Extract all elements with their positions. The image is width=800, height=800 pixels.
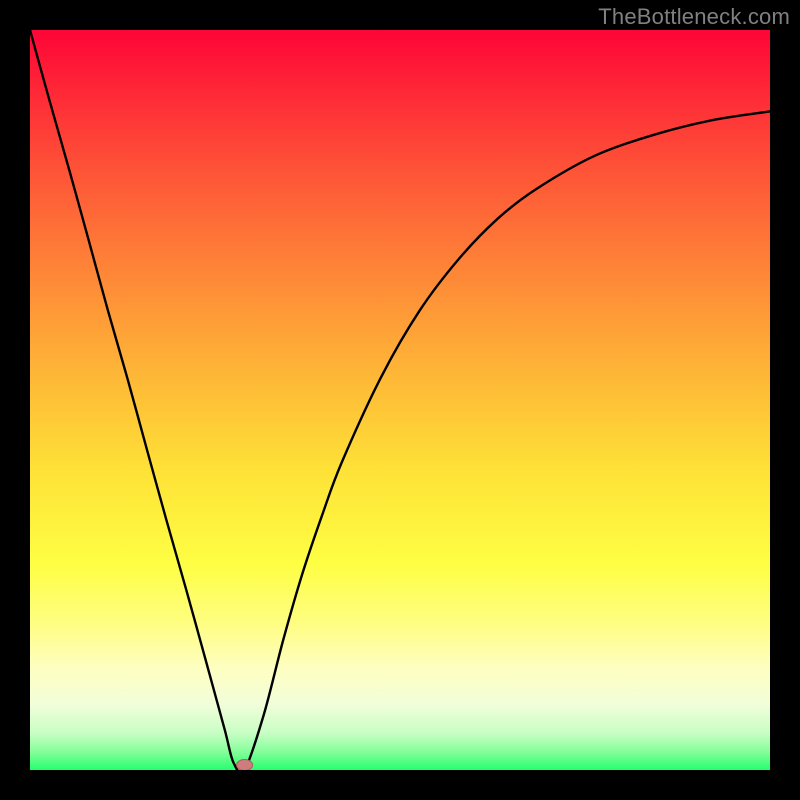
chart-frame: TheBottleneck.com [0,0,800,800]
optimal-marker-icon [237,760,253,771]
chart-svg [30,30,770,770]
gradient-background [30,30,770,770]
watermark-label: TheBottleneck.com [598,4,790,30]
plot-area [30,30,770,770]
